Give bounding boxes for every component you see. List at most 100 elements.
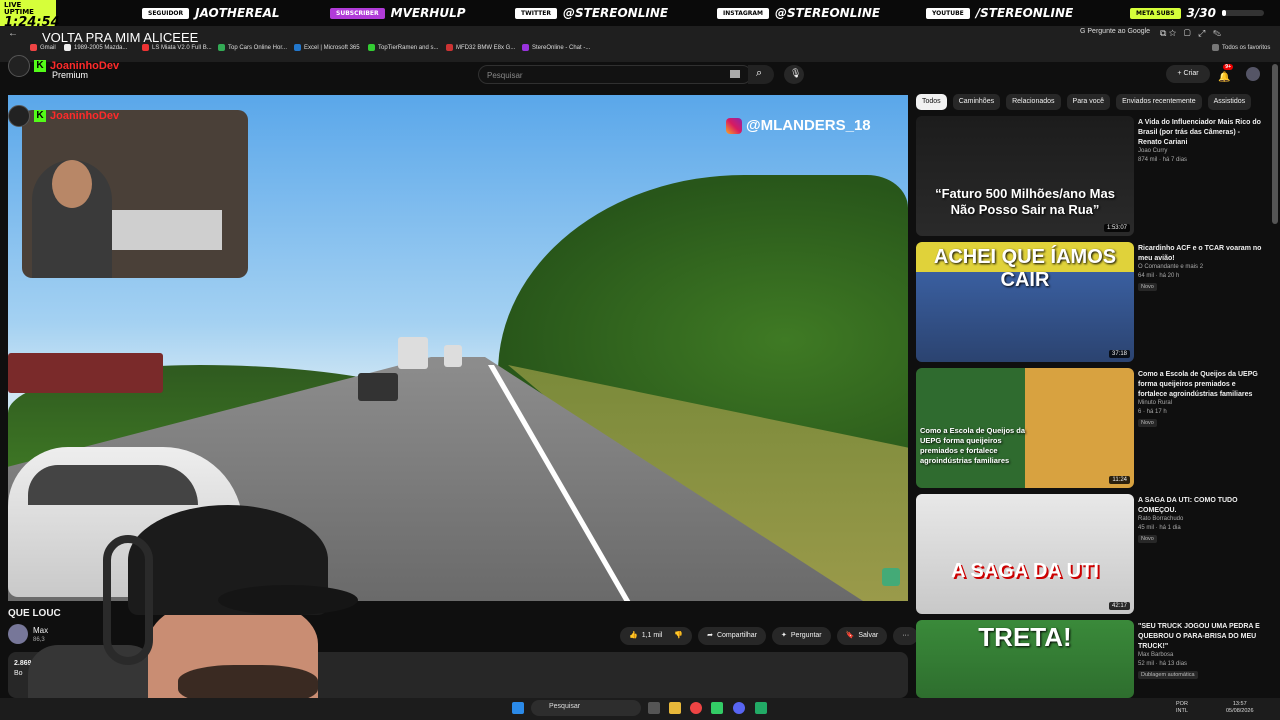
- stream-overlay-bar: LIVE UPTIME 1:24:54 SEGUIDOR JAOTHEREAL S…: [0, 0, 1280, 29]
- chrome-icon[interactable]: [690, 702, 702, 714]
- discord-icon[interactable]: [733, 702, 745, 714]
- bookmark-label: MFD32 BMW E8x G...: [456, 44, 516, 51]
- bookmark-topcars[interactable]: Top Cars Online Hor...: [218, 44, 287, 51]
- file-explorer-icon[interactable]: [669, 702, 681, 714]
- more-actions-button[interactable]: ···: [893, 627, 919, 645]
- video-thumbnail[interactable]: “Faturo 500 Milhões/ano Mas Não Posso Sa…: [916, 116, 1134, 236]
- chip-todos[interactable]: Todos: [916, 94, 947, 110]
- social-handle: @STEREONLINE: [563, 6, 669, 20]
- chip-enviados[interactable]: Enviados recentemente: [1116, 94, 1202, 110]
- rec-meta: 6 · há 17 h: [1138, 409, 1167, 415]
- search-input[interactable]: Pesquisar: [478, 65, 752, 84]
- social-instagram: INSTAGRAM @STEREONLINE: [717, 6, 880, 20]
- kick-logo-icon: K: [34, 60, 46, 72]
- kick-name: JoaninhoDev: [50, 110, 120, 122]
- video-duration: 37:18: [1108, 350, 1130, 358]
- rec-channel: Joao Curry: [1138, 148, 1168, 154]
- thumbnail-text: A SAGA DA UTI: [951, 560, 1099, 582]
- video-thumbnail[interactable]: TRETA!: [916, 620, 1134, 698]
- filter-chips: Todos Caminhões Relacionados Para você E…: [916, 94, 1252, 110]
- windows-start-icon[interactable]: [512, 702, 524, 714]
- car-window: [28, 465, 198, 505]
- create-button[interactable]: + Criar: [1166, 65, 1210, 83]
- social-tag: SUBSCRIBER: [330, 7, 385, 19]
- headset-icon: [103, 535, 153, 665]
- ask-button[interactable]: ✦ Perguntar: [772, 627, 831, 645]
- bookmark-miata[interactable]: LS Miata V2.0 Full B...: [142, 44, 212, 51]
- back-icon[interactable]: ←: [8, 28, 18, 39]
- lang-label-2: INTL: [1176, 708, 1188, 714]
- live-uptime: LIVE UPTIME 1:24:54: [0, 0, 60, 29]
- yt-premium-label: Premium: [52, 70, 89, 80]
- bookmark-bmw[interactable]: MFD32 BMW E8x G...: [446, 44, 515, 51]
- new-badge: Novo: [1138, 419, 1157, 427]
- page-scrollbar[interactable]: [1272, 64, 1278, 224]
- search-icon: ⌕: [756, 67, 763, 79]
- bookmark-mazda[interactable]: 1989-2005 Mazda...: [64, 44, 127, 51]
- account-avatar[interactable]: [1246, 67, 1260, 81]
- thumbnail-text: “Faturo 500 Milhões/ano Mas Não Posso Sa…: [935, 186, 1115, 217]
- trucker-webcam-inset: [22, 110, 248, 278]
- dubbing-badge: Dublagem automática: [1138, 671, 1198, 679]
- social-handle: JAOTHEREAL: [195, 6, 280, 20]
- rec-title: "SEU TRUCK JOGOU UMA PEDRA E QUEBROU O P…: [1138, 623, 1260, 650]
- clock-date: 05/08/2026: [1226, 708, 1254, 714]
- chip-assistidos[interactable]: Assistidos: [1207, 94, 1252, 110]
- save-button[interactable]: 🔖 Salvar: [836, 627, 888, 645]
- rec-title: A SAGA DA UTI: COMO TUDO COMEÇOU.: [1138, 497, 1238, 514]
- dislike-icon[interactable]: 👎: [674, 627, 683, 645]
- share-button[interactable]: ➦ Compartilhar: [698, 627, 767, 645]
- chip-caminhoes[interactable]: Caminhões: [952, 94, 1001, 110]
- recommendation-item[interactable]: Como a Escola de Queijos da UEPG forma q…: [916, 368, 1266, 488]
- taskbar-search[interactable]: Pesquisar: [531, 700, 641, 716]
- terminal-icon[interactable]: [755, 702, 767, 714]
- search-button[interactable]: ⌕: [748, 65, 774, 84]
- ask-label: Perguntar: [790, 632, 822, 639]
- recommendation-item[interactable]: ACHEI QUE ÍAMOS CAIR 37:18 Ricardinho AC…: [916, 242, 1266, 362]
- language-indicator[interactable]: POR INTL: [1176, 701, 1188, 715]
- bookmark-gmail[interactable]: Gmail: [30, 44, 56, 51]
- browser-actions[interactable]: ⧉ ☆ ▢ ⤢ ✎: [1160, 28, 1221, 39]
- recommendation-item[interactable]: “Faturo 500 Milhões/ano Mas Não Posso Sa…: [916, 116, 1266, 236]
- bookmark-label: Gmail: [40, 44, 56, 51]
- social-twitter: TWITTER @STEREONLINE: [515, 6, 668, 20]
- clock[interactable]: 13:57 05/08/2026: [1226, 701, 1254, 715]
- video-truck: [398, 337, 428, 369]
- bookmark-label: 1989-2005 Mazda...: [74, 44, 128, 51]
- rec-channel: Max Barbosa: [1138, 652, 1174, 658]
- new-badge: Novo: [1138, 535, 1157, 543]
- recommendation-item[interactable]: TRETA! "SEU TRUCK JOGOU UMA PEDRA E QUEB…: [916, 620, 1266, 698]
- recommendation-item[interactable]: A SAGA DA UTI 42:17 A SAGA DA UTI: COMO …: [916, 494, 1266, 614]
- video-truck-red: [8, 353, 163, 393]
- bookmark-stereonline[interactable]: StereOnline - Chat -...: [522, 44, 590, 51]
- uptime-label: LIVE UPTIME: [4, 1, 34, 16]
- rec-title: Ricardinho ACF e o TCAR voaram no meu av…: [1138, 245, 1262, 262]
- bookmark-ramen[interactable]: TopTierRamen and s...: [368, 44, 438, 51]
- ask-google-button[interactable]: G Pergunte ao Google: [1080, 28, 1150, 35]
- chip-relacionados[interactable]: Relacionados: [1006, 94, 1061, 110]
- meta-subs: META SUBS 3/30: [1130, 6, 1264, 20]
- voice-search-button[interactable]: 🎙: [784, 65, 804, 84]
- video-thumbnail[interactable]: ACHEI QUE ÍAMOS CAIR 37:18: [916, 242, 1134, 362]
- rec-channel: O Comandante e mais 2: [1138, 264, 1204, 270]
- app-icon[interactable]: [711, 702, 723, 714]
- more-icon: ···: [902, 632, 910, 639]
- like-button[interactable]: 👍 1,1 mil 👎: [620, 627, 693, 645]
- channel-watermark-icon[interactable]: [882, 568, 900, 586]
- video-actions: 👍 1,1 mil 👎 ➦ Compartilhar ✦ Perguntar 🔖 Salv…: [620, 627, 919, 645]
- streamer-cap-brim: [218, 585, 358, 615]
- all-favorites[interactable]: Todos os favoritos: [1212, 44, 1270, 51]
- bookmark-excel[interactable]: Excel | Microsoft 365: [294, 44, 360, 51]
- task-view-icon[interactable]: [648, 702, 660, 714]
- rec-meta: 874 mil · há 7 dias: [1138, 157, 1188, 163]
- notifications-button[interactable]: 🔔 9+: [1218, 64, 1233, 83]
- streamer-webcam: [18, 505, 358, 710]
- thumbnail-text: TRETA!: [978, 622, 1072, 652]
- chip-para-voce[interactable]: Para você: [1066, 94, 1111, 110]
- video-thumbnail[interactable]: A SAGA DA UTI 42:17: [916, 494, 1134, 614]
- video-thumbnail[interactable]: Como a Escola de Queijos da UEPG forma q…: [916, 368, 1134, 488]
- bookmark-label: LS Miata V2.0 Full B...: [152, 44, 212, 51]
- streamer-avatar: [8, 55, 30, 77]
- keyboard-icon[interactable]: [730, 70, 740, 78]
- all-favorites-label: Todos os favoritos: [1222, 44, 1271, 51]
